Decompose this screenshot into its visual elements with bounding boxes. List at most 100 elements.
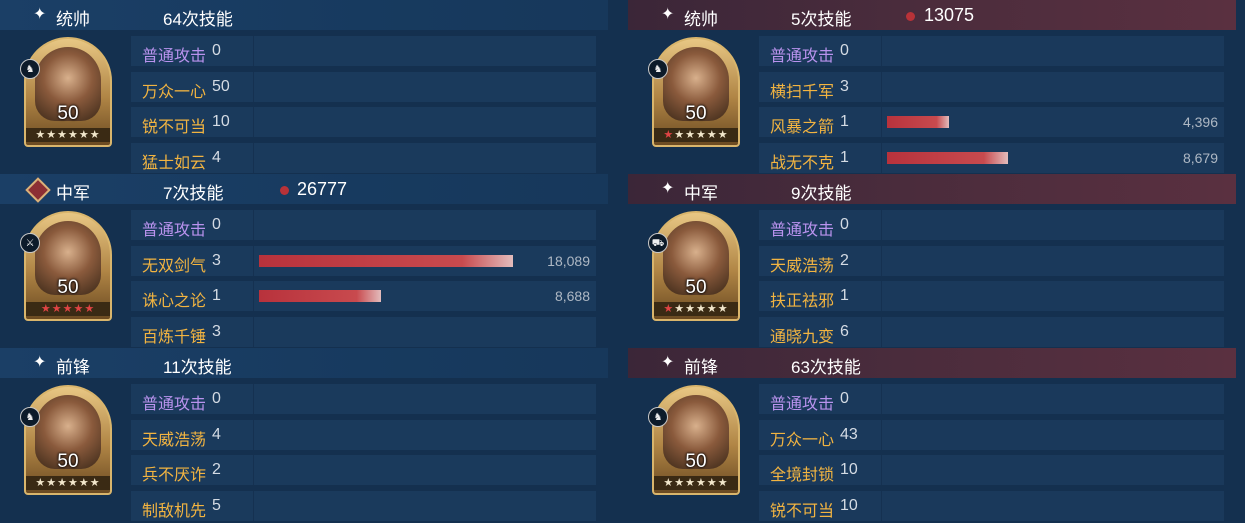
role-label: 中军 xyxy=(684,184,718,203)
skill-name: 全境封锁 xyxy=(770,467,835,484)
hero-portrait[interactable]: 50 ★★★★★★ ♞ xyxy=(20,37,116,150)
cavalry-icon: ♞ xyxy=(648,59,668,79)
skill-times: 1 xyxy=(840,113,849,130)
skill-row: 天威浩荡 2 xyxy=(759,245,1224,276)
skill-row: 无双剑气 3 18,089 xyxy=(131,245,596,276)
star-rating: ★★★★★★ xyxy=(26,128,110,142)
panel-header: ✦ 中军 9次技能 xyxy=(628,174,1236,204)
skill-times: 3 xyxy=(212,322,221,340)
skill-times: 10 xyxy=(212,113,230,130)
skill-row: 普通攻击 0 xyxy=(131,36,596,66)
role-label: 统帅 xyxy=(684,10,718,29)
star-rating: ★★★★★★ xyxy=(654,476,738,490)
skill-row: 风暴之箭 1 4,396 xyxy=(759,107,1224,137)
skill-row: 普通攻击 0 xyxy=(759,384,1224,414)
skill-row: 普通攻击 0 xyxy=(131,210,596,240)
sword-icon: ⚔ xyxy=(20,233,40,253)
left-team-panel: ✦ 前锋 11次技能 50 ★★★★★★ ♞ 普通攻击 0 天威浩荡 4 兵不厌… xyxy=(0,348,608,521)
skill-row: 普通攻击 0 xyxy=(759,36,1224,66)
skill-row: 万众一心 43 xyxy=(759,419,1224,450)
hero-level: 50 xyxy=(57,451,79,472)
role-label: 统帅 xyxy=(56,10,90,29)
skill-damage: 8,679 xyxy=(1182,149,1218,166)
skill-times: 10 xyxy=(840,496,858,514)
hero-level: 50 xyxy=(685,103,707,124)
skill-name: 通晓九变 xyxy=(770,328,835,346)
skill-row: 通晓九变 6 xyxy=(759,316,1224,347)
skill-row: 全境封锁 10 xyxy=(759,455,1224,485)
skill-name: 扶正祛邪 xyxy=(770,293,835,310)
star-rating: ★★★★★ xyxy=(26,302,110,316)
skill-name: 猛士如云 xyxy=(142,154,207,172)
cavalry-icon: ♞ xyxy=(20,59,40,79)
skill-name: 普通攻击 xyxy=(142,48,207,65)
damage-bar xyxy=(887,151,1008,164)
skill-row: 横扫千军 3 xyxy=(759,71,1224,102)
skill-row: 锐不可当 10 xyxy=(131,107,596,137)
role-label: 前锋 xyxy=(684,358,718,377)
skill-row: 扶正祛邪 1 xyxy=(759,281,1224,311)
hero-portrait[interactable]: 50 ★★★★★★ ♞ xyxy=(648,385,744,498)
sparkle-icon: ✦ xyxy=(33,354,47,371)
skill-times: 0 xyxy=(212,42,221,59)
skill-times: 0 xyxy=(840,390,849,407)
skill-times: 0 xyxy=(840,216,849,233)
skill-name: 百炼千锤 xyxy=(142,328,207,346)
skill-name: 普通攻击 xyxy=(770,48,835,65)
hero-portrait[interactable]: 50 ★★★★★★ ♞ xyxy=(20,385,116,498)
damage-dot-icon xyxy=(906,12,915,21)
role-label: 前锋 xyxy=(56,358,90,377)
skill-times: 6 xyxy=(840,322,849,340)
skill-name: 万众一心 xyxy=(770,431,835,449)
skill-name: 制敌机先 xyxy=(142,502,207,520)
left-team-panel: ✦ 统帅 64次技能 50 ★★★★★★ ♞ 普通攻击 0 万众一心 50 锐不… xyxy=(0,0,608,173)
hero-portrait[interactable]: 50 ★★★★★★ ♞ xyxy=(648,37,744,150)
chariot-icon: ⛟ xyxy=(648,233,668,253)
panel-header: ✦ 前锋 11次技能 xyxy=(0,348,608,378)
skill-times: 3 xyxy=(212,251,221,269)
skill-name: 横扫千军 xyxy=(770,83,835,101)
total-damage: 13075 xyxy=(924,5,975,25)
skill-times: 4 xyxy=(212,148,221,166)
sparkle-icon: ✦ xyxy=(661,6,675,23)
skill-count: 7次技能 xyxy=(163,184,224,203)
skill-row: 制敌机先 5 xyxy=(131,490,596,521)
right-team-panel: ✦ 前锋 63次技能 50 ★★★★★★ ♞ 普通攻击 0 万众一心 43 全境… xyxy=(628,348,1236,521)
skill-name: 锐不可当 xyxy=(142,119,207,136)
skill-name: 风暴之箭 xyxy=(770,119,835,136)
damage-bar xyxy=(259,290,381,302)
hero-level: 50 xyxy=(57,277,79,298)
hero-portrait[interactable]: 50 ★★★★★★ ⛟ xyxy=(648,211,744,324)
skill-times: 0 xyxy=(212,216,221,233)
right-team-panel: ✦ 统帅 5次技能 13075 50 ★★★★★★ ♞ 普通攻击 0 横扫千军 … xyxy=(628,0,1236,173)
skill-count: 9次技能 xyxy=(791,184,852,203)
skill-damage: 8,688 xyxy=(554,288,590,304)
skill-times: 50 xyxy=(212,77,230,95)
skill-damage: 4,396 xyxy=(1182,114,1218,130)
damage-bar xyxy=(259,254,513,267)
skill-times: 1 xyxy=(840,287,849,304)
skill-name: 普通攻击 xyxy=(770,222,835,239)
role-diamond-icon xyxy=(25,177,51,203)
skill-name: 万众一心 xyxy=(142,83,207,101)
hero-portrait[interactable]: 50 ★★★★★ ⚔ xyxy=(20,211,116,324)
hero-level: 50 xyxy=(685,451,707,472)
skill-row: 普通攻击 0 xyxy=(131,384,596,414)
skill-times: 2 xyxy=(840,251,849,269)
skill-count: 5次技能 xyxy=(791,10,852,29)
sparkle-icon: ✦ xyxy=(33,6,47,23)
skill-row: 普通攻击 0 xyxy=(759,210,1224,240)
hero-level: 50 xyxy=(57,103,79,124)
sparkle-icon: ✦ xyxy=(661,180,675,197)
role-label: 中军 xyxy=(56,184,90,203)
skill-times: 0 xyxy=(840,42,849,59)
skill-name: 普通攻击 xyxy=(142,396,207,413)
skill-times: 1 xyxy=(212,287,221,304)
skill-row: 战无不克 1 8,679 xyxy=(759,142,1224,173)
skill-times: 43 xyxy=(840,425,858,443)
skill-count: 63次技能 xyxy=(791,358,861,377)
skill-row: 锐不可当 10 xyxy=(759,490,1224,521)
skill-row: 兵不厌诈 2 xyxy=(131,455,596,485)
skill-row: 猛士如云 4 xyxy=(131,142,596,173)
skill-times: 10 xyxy=(840,461,858,478)
